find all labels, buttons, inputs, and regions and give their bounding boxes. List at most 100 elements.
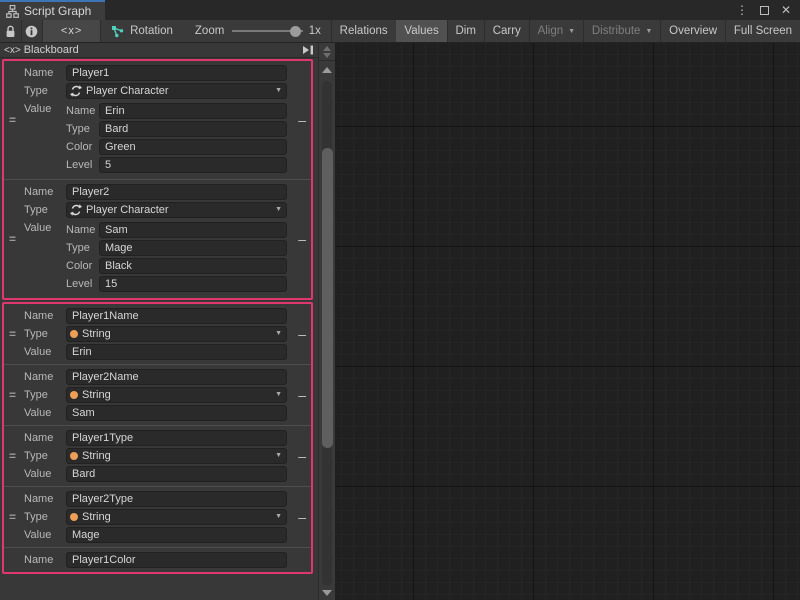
full-screen-button[interactable]: Full Screen (726, 20, 800, 42)
name-label: Name (24, 67, 66, 79)
info-button[interactable] (21, 20, 42, 42)
graph-canvas[interactable] (335, 43, 800, 600)
remove-variable-button[interactable]: – (298, 451, 306, 461)
string-type-icon (70, 330, 78, 338)
value-type-input[interactable]: Mage (99, 240, 287, 256)
drag-handle-icon[interactable]: = (9, 449, 15, 463)
graph-hierarchy-icon (6, 5, 19, 18)
close-icon[interactable]: ✕ (778, 2, 794, 18)
value-label: Value (24, 529, 66, 541)
variables-glyph-icon: <x> (4, 45, 21, 56)
value-color-input[interactable]: Black (99, 258, 287, 274)
value-label: Value (24, 101, 66, 115)
values-button[interactable]: Values (396, 20, 446, 42)
variable-type-dropdown[interactable]: String ▼ (66, 448, 287, 464)
blackboard-toggle-button[interactable]: <x> (43, 20, 100, 42)
variable-type-dropdown[interactable]: String ▼ (66, 509, 287, 525)
lock-button[interactable] (0, 20, 21, 42)
variable-type-dropdown[interactable]: Player Character ▼ (66, 202, 287, 218)
drag-handle-icon[interactable]: = (9, 510, 15, 524)
remove-variable-button[interactable]: – (298, 329, 306, 339)
variable-name-input[interactable]: Player2Name (66, 369, 287, 385)
name-label: Name (24, 493, 66, 505)
type-label: Type (24, 511, 66, 523)
type-label: Type (24, 328, 66, 340)
variable-name-input[interactable]: Player1 (66, 65, 287, 81)
scrollbar-up-arrow-icon[interactable] (322, 67, 332, 73)
remove-variable-button[interactable]: – (298, 512, 306, 522)
overview-button[interactable]: Overview (661, 20, 725, 42)
value-color-input[interactable]: Green (99, 139, 287, 155)
variable-type-dropdown[interactable]: Player Character ▼ (66, 83, 287, 99)
variable-value-input[interactable]: Mage (66, 527, 287, 543)
variable-block-player2name: = – Name Player2Name Type String ▼ Value… (4, 364, 311, 425)
color-label: Color (66, 141, 99, 153)
value-label: Value (24, 220, 66, 234)
variable-value-input[interactable]: Bard (66, 466, 287, 482)
type-label: Type (24, 389, 66, 401)
variable-block-player2type: = – Name Player2Type Type String ▼ Value… (4, 486, 311, 547)
chevron-down-icon: ▼ (275, 203, 282, 217)
maximize-icon[interactable] (756, 2, 772, 18)
scrollbar-down-arrow-icon[interactable] (322, 590, 332, 596)
rotation-label: Rotation (130, 25, 173, 37)
zoom-slider-thumb[interactable] (290, 26, 301, 37)
variable-block-player1type: = – Name Player1Type Type String ▼ Value… (4, 425, 311, 486)
type-label: Type (24, 204, 66, 216)
distribute-dropdown-button[interactable]: Distribute ▼ (584, 20, 661, 42)
type-label: Type (66, 123, 99, 135)
variable-value-input[interactable]: Sam (66, 405, 287, 421)
blackboard-panel: <x> Blackboard = – Name Player1 (0, 43, 318, 600)
variable-type-dropdown[interactable]: String ▼ (66, 326, 287, 342)
color-label: Color (66, 260, 99, 272)
variable-group-characters: = – Name Player1 Type (2, 59, 313, 300)
value-level-input[interactable]: 5 (99, 157, 287, 173)
align-dropdown-button[interactable]: Align ▼ (530, 20, 584, 42)
value-type-input[interactable]: Bard (99, 121, 287, 137)
variable-type-dropdown[interactable]: String ▼ (66, 387, 287, 403)
variable-value-input[interactable]: Erin (66, 344, 287, 360)
string-type-icon (70, 391, 78, 399)
type-label: Type (66, 242, 99, 254)
value-label: Value (24, 346, 66, 358)
variable-group-strings: = – Name Player1Name Type String ▼ Value… (2, 302, 313, 574)
relations-button[interactable]: Relations (332, 20, 396, 42)
variable-name-input[interactable]: Player1Color (66, 552, 287, 568)
level-label: Level (66, 159, 99, 171)
carry-button[interactable]: Carry (485, 20, 529, 42)
type-label: Type (24, 450, 66, 462)
scrollbar-thumb[interactable] (322, 148, 333, 448)
dim-button[interactable]: Dim (447, 20, 483, 42)
value-label: Value (24, 407, 66, 419)
remove-variable-button[interactable]: – (298, 234, 306, 244)
variable-name-input[interactable]: Player2 (66, 184, 287, 200)
drag-handle-icon[interactable]: = (9, 113, 15, 127)
name-label: Name (66, 224, 99, 236)
rotation-button[interactable]: Rotation (101, 20, 185, 42)
value-name-input[interactable]: Erin (99, 103, 287, 119)
window-menu-icon[interactable]: ⋮ (734, 2, 750, 18)
drag-handle-icon[interactable]: = (9, 327, 15, 341)
value-name-input[interactable]: Sam (99, 222, 287, 238)
variable-name-input[interactable]: Player1Name (66, 308, 287, 324)
remove-variable-button[interactable]: – (298, 115, 306, 125)
value-level-input[interactable]: 15 (99, 276, 287, 292)
remove-variable-button[interactable]: – (298, 390, 306, 400)
variable-block-player2: = – Name Player2 Type (4, 179, 311, 298)
scroll-up-small-icon[interactable] (323, 46, 331, 51)
string-type-icon (70, 513, 78, 521)
variable-name-input[interactable]: Player1Type (66, 430, 287, 446)
drag-handle-icon[interactable]: = (9, 232, 15, 246)
scroll-down-small-icon[interactable] (323, 53, 331, 58)
player-character-type-icon (70, 204, 82, 216)
rotation-icon (111, 25, 124, 38)
tab-script-graph[interactable]: Script Graph (0, 0, 105, 20)
variable-name-input[interactable]: Player2Type (66, 491, 287, 507)
dock-panel-icon[interactable] (302, 45, 314, 55)
chevron-down-icon: ▼ (645, 28, 652, 35)
blackboard-variable-list: = – Name Player1 Type (0, 58, 318, 600)
window-controls: ⋮ ✕ (734, 0, 800, 20)
drag-handle-icon[interactable]: = (9, 388, 15, 402)
zoom-slider[interactable] (232, 20, 302, 42)
info-icon (25, 25, 38, 38)
